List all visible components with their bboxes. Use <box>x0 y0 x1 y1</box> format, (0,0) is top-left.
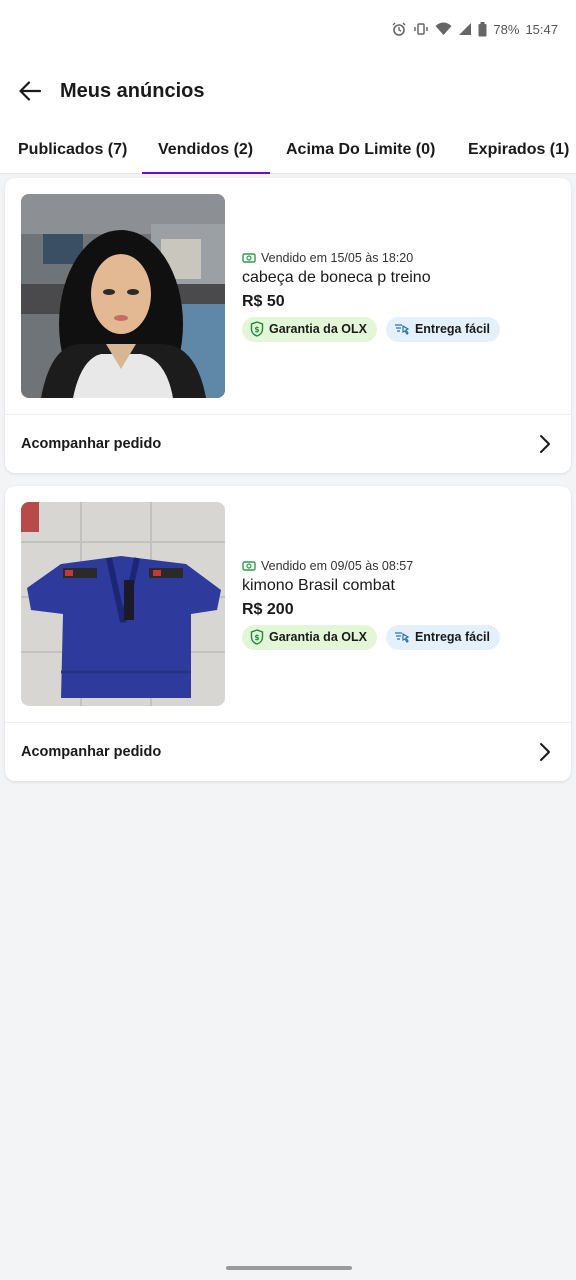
signal-icon <box>458 22 472 36</box>
chevron-right-icon <box>539 742 551 762</box>
cash-icon <box>242 560 256 572</box>
shield-dollar-icon: $ <box>250 629 264 645</box>
badge-row: $ Garantia da OLX Entrega fácil <box>242 624 500 650</box>
tab-vendidos[interactable]: Vendidos (2) <box>158 141 253 173</box>
listing-info: Vendido em 15/05 às 18:20 cabeça de bone… <box>242 251 500 342</box>
easy-delivery-badge: Entrega fácil <box>385 624 500 650</box>
delivery-label: Entrega fácil <box>414 630 490 644</box>
svg-text:$: $ <box>254 633 259 642</box>
listing-info: Vendido em 09/05 às 08:57 kimono Brasil … <box>242 559 500 650</box>
listing-title: kimono Brasil combat <box>242 576 395 594</box>
sold-date-text: Vendido em 09/05 às 08:57 <box>261 558 414 573</box>
arrow-left-icon[interactable] <box>18 79 42 103</box>
battery-level: 78% <box>493 21 520 37</box>
guarantee-label: Garantia da OLX <box>269 630 367 644</box>
svg-text:$: $ <box>254 325 259 334</box>
listing-card: Vendido em 09/05 às 08:57 kimono Brasil … <box>5 486 571 781</box>
listing-card-body[interactable]: Vendido em 09/05 às 08:57 kimono Brasil … <box>5 486 571 723</box>
tab-acima-do-limite[interactable]: Acima Do Limite (0) <box>286 141 435 173</box>
listing-photo-kimono <box>21 502 225 706</box>
tab-publicados[interactable]: Publicados (7) <box>18 141 127 173</box>
battery-icon <box>478 21 487 37</box>
listing-price: R$ 50 <box>242 292 285 310</box>
guarantee-badge: $ Garantia da OLX <box>242 316 377 342</box>
sold-date: Vendido em 15/05 às 18:20 <box>242 251 500 265</box>
delivery-label: Entrega fácil <box>414 322 490 336</box>
guarantee-badge: $ Garantia da OLX <box>242 624 377 650</box>
alarm-icon <box>391 21 407 37</box>
sold-date-text: Vendido em 15/05 às 18:20 <box>261 250 414 265</box>
listing-list: Vendido em 15/05 às 18:20 cabeça de bone… <box>0 174 576 781</box>
wifi-icon <box>435 22 452 36</box>
clock: 15:47 <box>525 21 558 37</box>
delivery-icon <box>394 630 410 644</box>
page-title: Meus anúncios <box>60 79 205 102</box>
track-order-button[interactable]: Acompanhar pedido <box>5 723 571 781</box>
tab-expirados[interactable]: Expirados (1) <box>468 141 569 173</box>
badge-row: $ Garantia da OLX Entrega fácil <box>242 316 500 342</box>
easy-delivery-badge: Entrega fácil <box>385 316 500 342</box>
track-order-label: Acompanhar pedido <box>21 744 162 760</box>
shield-dollar-icon: $ <box>250 321 264 337</box>
listing-photo-doll-head <box>21 194 225 398</box>
app-bar: Meus anúncios <box>0 58 576 124</box>
sold-date: Vendido em 09/05 às 08:57 <box>242 559 500 573</box>
tab-bar: Publicados (7) Vendidos (2) Acima Do Lim… <box>0 124 576 174</box>
cash-icon <box>242 252 256 264</box>
listing-price: R$ 200 <box>242 600 294 618</box>
home-indicator[interactable] <box>226 1266 352 1270</box>
listing-card-body[interactable]: Vendido em 15/05 às 18:20 cabeça de bone… <box>5 178 571 415</box>
chevron-right-icon <box>539 434 551 454</box>
vibrate-icon <box>413 21 429 37</box>
active-tab-indicator <box>142 172 270 174</box>
status-bar: 78% 15:47 <box>0 0 576 58</box>
guarantee-label: Garantia da OLX <box>269 322 367 336</box>
listing-card: Vendido em 15/05 às 18:20 cabeça de bone… <box>5 178 571 473</box>
delivery-icon <box>394 322 410 336</box>
listing-title: cabeça de boneca p treino <box>242 268 431 286</box>
track-order-label: Acompanhar pedido <box>21 436 162 452</box>
track-order-button[interactable]: Acompanhar pedido <box>5 415 571 473</box>
